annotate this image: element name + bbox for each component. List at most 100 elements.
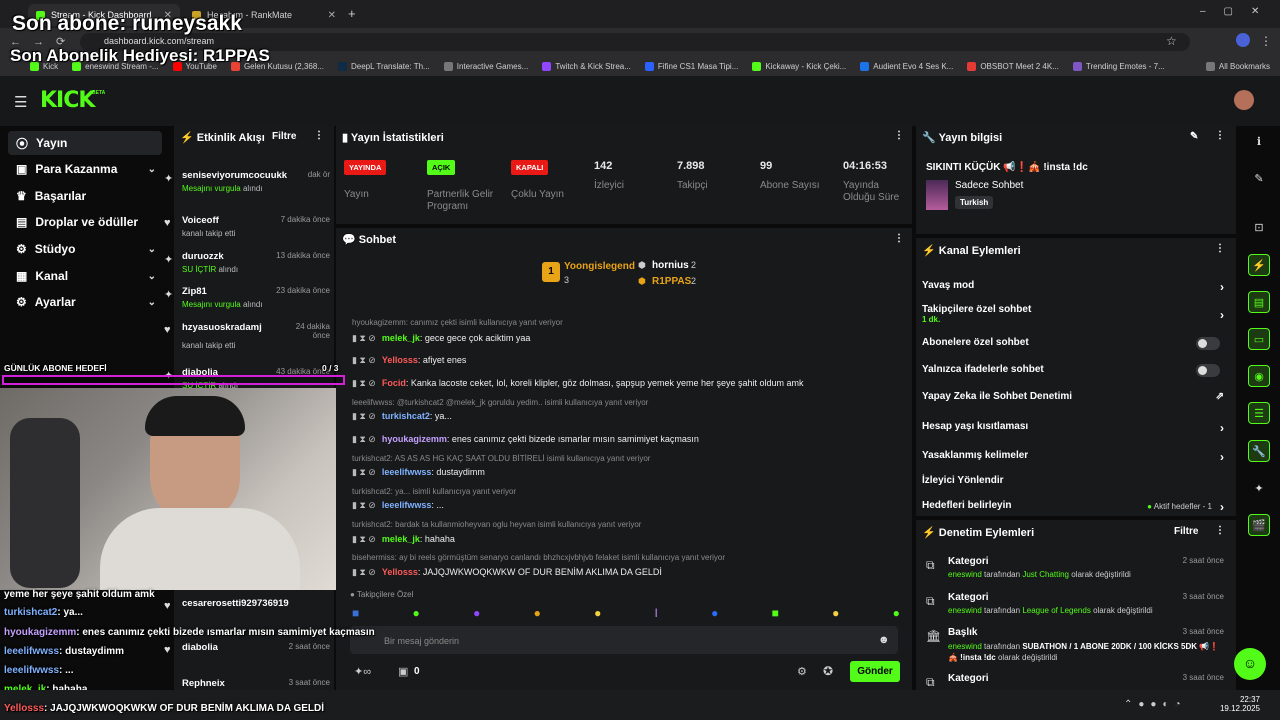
system-tray-icons[interactable]: ⌃●●◐◔ (1124, 699, 1187, 710)
chevron-right-icon: › (1220, 500, 1224, 514)
bookmark-item[interactable]: Interactive Games... (443, 61, 528, 71)
bookmark-item[interactable]: OBSBOT Meet 2 4K... (967, 61, 1059, 71)
bookmark-item[interactable]: Kickaway - Kick Çeki... (752, 61, 846, 71)
nav-yayin[interactable]: ⦿ Yayın (8, 131, 162, 155)
nav-studyo[interactable]: ⚙ Stüdyo ⌄ (8, 237, 162, 261)
overlay-chat-line: yeme her şeye şahit oldum amk (4, 589, 155, 600)
sub-goal-count: 0 / 3 (322, 363, 339, 373)
goals-action[interactable]: Hedefleri belirleyin ● Aktif hedefler - 1… (922, 500, 1228, 514)
nav-para-kazanma[interactable]: ▣ Para Kazanma ⌄ (8, 157, 162, 181)
gifter-name[interactable]: hornius (652, 260, 689, 271)
more-icon[interactable]: ⋮ (894, 130, 904, 141)
bolt-icon[interactable]: ⚡ (1248, 254, 1270, 276)
more-icon[interactable]: ⋮ (894, 233, 904, 244)
emote-bar[interactable]: ■ ● ● ● ● ǀ ● ■ ● ● (352, 606, 900, 622)
info-icon[interactable]: ℹ (1248, 130, 1270, 152)
account-age-action[interactable]: Hesap yaşı kısıtlaması › (922, 421, 1228, 435)
subscribers-only-toggle[interactable] (1196, 337, 1220, 350)
bookmark-star-icon[interactable]: ☆ (1166, 34, 1177, 48)
more-icon[interactable]: ⋮ (1215, 525, 1225, 536)
gift-icon: ✦ (164, 173, 174, 185)
subscribers-only-action[interactable]: Abonelere özel sohbet (922, 337, 1228, 350)
wrench-icon[interactable]: 🔧 (1248, 440, 1270, 462)
window-controls[interactable]: –▢✕ (1200, 6, 1277, 17)
streamer-hair (145, 396, 245, 436)
ai-moderation-action[interactable]: Yapay Zeka ile Sohbet Denetimi ⇗ (922, 391, 1228, 402)
broadcast-icon[interactable]: ◉ (1248, 365, 1270, 387)
clapper-icon[interactable]: 🎬 (1248, 514, 1270, 536)
gifter-name[interactable]: Yoongislegend (564, 261, 635, 272)
stream-category[interactable]: Sadece Sohbet (955, 180, 1023, 191)
emote-only-action[interactable]: Yalnızca ifadelerle sohbet (922, 364, 1228, 377)
sub-goal-progress-bar (2, 375, 345, 385)
nav-ayarlar[interactable]: ⚙ Ayarlar ⌄ (8, 290, 162, 314)
close-tab-icon[interactable]: ✕ (328, 10, 336, 21)
chat-message[interactable]: ▮ ⧗ ⊘ melek_jk: hahaha (352, 534, 912, 545)
bookmark-item[interactable]: DeepL Translate: Th... (338, 61, 430, 71)
activity-filter-button[interactable]: Filtre (272, 131, 296, 142)
chat-message[interactable]: ▮ ⧗ ⊘ turkishcat2: ya... (352, 411, 912, 422)
followers-only-action[interactable]: Takipçilere özel sohbet 1 dk. › (922, 304, 1228, 324)
menu-icon[interactable]: ☰ (14, 93, 27, 111)
browser-menu-icon[interactable]: ⋮ (1260, 34, 1272, 48)
nav-kanal[interactable]: ▦ Kanal ⌄ (8, 264, 162, 288)
emoji-picker-icon[interactable]: ☻ (878, 634, 890, 646)
mod-action-item: ⧉ Kategori 2 saat önce eneswind tarafından … (926, 556, 1224, 579)
mod-tools-icon: ▮ ⧗ ⊘ (352, 500, 376, 510)
chat-icon[interactable]: ▭ (1248, 328, 1270, 350)
support-chat-button[interactable]: ☺ (1234, 648, 1266, 680)
bookmark-item[interactable]: Trending Emotes - 7... (1072, 61, 1165, 71)
bookmark-item[interactable]: Audient Evo 4 Ses K... (860, 61, 953, 71)
mod-filter-button[interactable]: Filtre (1174, 526, 1198, 537)
activity-title: ⚡ Etkinlik Akışı (180, 132, 265, 144)
document-icon[interactable]: ▤ (1248, 291, 1270, 313)
profile-avatar[interactable] (1236, 33, 1250, 47)
bookmark-item[interactable]: Fifine CS1 Masa Tipi... (644, 61, 738, 71)
chat-message[interactable]: ▮ ⧗ ⊘ melek_jk: gece gece çok aciktim yaa (352, 333, 912, 344)
more-icon[interactable]: ⋮ (1215, 243, 1225, 254)
chat-input-placeholder[interactable]: Bir mesaj gönderin (384, 636, 459, 646)
send-button[interactable]: Gönder (850, 661, 900, 682)
user-avatar[interactable] (1234, 90, 1254, 110)
more-icon[interactable]: ⋮ (1215, 130, 1225, 141)
more-icon[interactable]: ⋮ (314, 130, 324, 141)
gifter-rank-3-icon: ⬢ (638, 276, 646, 286)
gift-icon: ▤ (16, 215, 28, 229)
camera-icon[interactable]: ⊡ (1248, 216, 1270, 238)
chart-icon: ▮ (342, 132, 349, 144)
database-icon[interactable]: ☰ (1248, 402, 1270, 424)
emote-only-toggle[interactable] (1196, 364, 1220, 377)
chat-settings-icon[interactable]: ⚙ (797, 665, 807, 678)
pencil-icon[interactable]: ✎ (1248, 167, 1270, 189)
studio-icon: ⚙ (16, 242, 27, 256)
slow-mode-action[interactable]: Yavaş mod › (922, 280, 1228, 294)
heart-icon: ♥ (164, 217, 171, 229)
new-tab-icon[interactable]: + (348, 6, 356, 21)
chat-message[interactable]: ▮ ⧗ ⊘ Yellosss: afiyet enes (352, 355, 912, 366)
edit-pencil-icon[interactable]: ✎ (1190, 131, 1198, 142)
wrench-icon: 🔧 (922, 132, 936, 144)
channel-points-value: 0 (414, 666, 420, 677)
quick-actions-icon[interactable]: ✦∞ (354, 665, 371, 678)
overlay-chat-line: hyoukagizemm: enes canımız çekti bizede … (4, 627, 375, 638)
gifter-name[interactable]: R1PPAS (652, 276, 691, 287)
bookmark-item[interactable]: Twitch & Kick Strea... (542, 61, 631, 71)
mod-badge-icon[interactable]: ✪ (823, 664, 833, 678)
nav-droplar[interactable]: ▤ Droplar ve ödüller (8, 210, 162, 234)
activity-event: ♥ hzyasuoskradamj 24 dakika önce kanalı tak… (164, 322, 330, 350)
activity-event: ✦ seniseviyorumcocuukk dak ör Mesajını vurg… (164, 170, 330, 193)
emote-icon: ■ (352, 606, 360, 620)
kick-logo[interactable]: KICK (40, 88, 95, 113)
chat-message[interactable]: ▮ ⧗ ⊘ hyoukagizemm: enes canımız çekti bi… (352, 434, 912, 445)
taskbar-clock[interactable]: 22:37 19.12.2025 (1212, 695, 1260, 713)
channel-actions-title: ⚡ Kanal Eylemleri (922, 245, 1021, 257)
chat-message[interactable]: ▮ ⧗ ⊘ Focid: Kanka lacoste ceket, lol, ko… (352, 378, 912, 389)
chat-message[interactable]: ▮ ⧗ ⊘ leeelifwwss: dustaydimm (352, 467, 912, 478)
chat-message[interactable]: ▮ ⧗ ⊘ Yellosss: JAJQJWKWOQKWKW OF DUR BEN… (352, 567, 912, 578)
chat-message[interactable]: ▮ ⧗ ⊘ leeelifwwss: ... (352, 500, 912, 511)
nav-basarilar[interactable]: ♛ Başarılar (8, 184, 162, 208)
banned-words-action[interactable]: Yasaklanmış kelimeler › (922, 450, 1228, 464)
raid-action[interactable]: İzleyici Yönlendir (922, 475, 1228, 486)
all-bookmarks[interactable]: All Bookmarks (1205, 61, 1270, 71)
gift-icon[interactable]: ✦ (1248, 477, 1270, 499)
